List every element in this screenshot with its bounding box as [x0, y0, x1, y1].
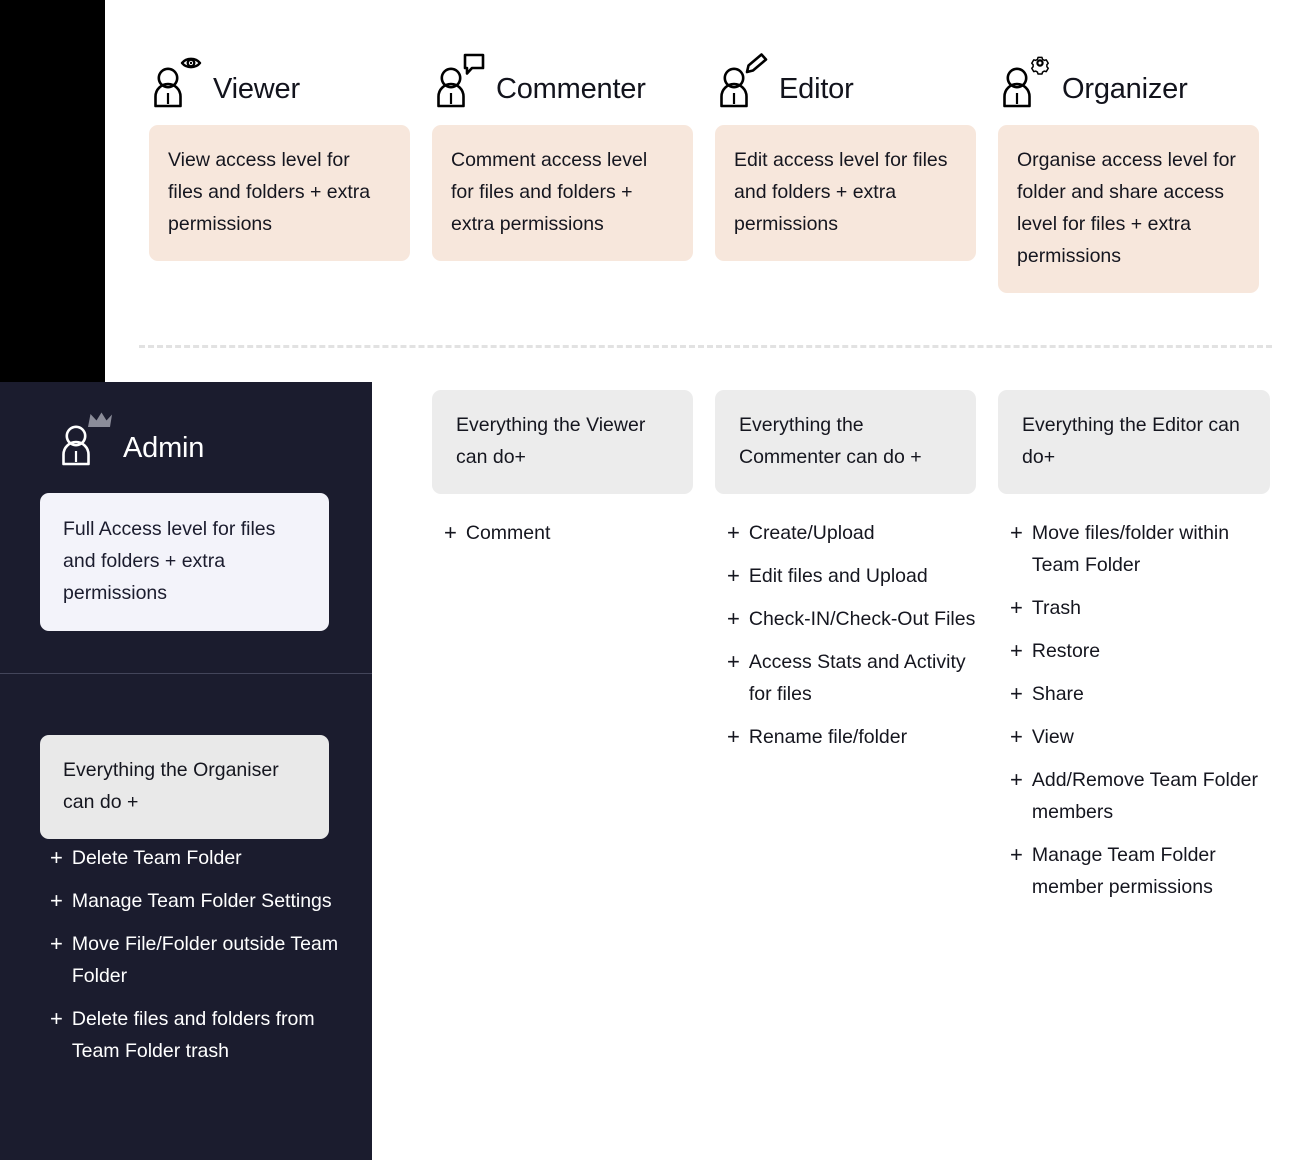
permission-label: Create/Upload: [748, 522, 875, 544]
admin-permission-list: + Delete Team Folder + Manage Team Folder S…: [50, 842, 350, 1078]
permissions-column-editor: Everything the Commenter can do + + Creat…: [715, 390, 976, 764]
permission-label: Comment: [465, 522, 551, 544]
admin-header: Admin: [57, 410, 204, 466]
permission-label: Move File/Folder outside Team Folder: [71, 933, 339, 987]
plus-icon: +: [50, 888, 63, 913]
permission-item: + Rename file/folder: [727, 721, 976, 753]
permission-label: Check-IN/Check-Out Files: [748, 608, 976, 630]
permission-item: + Move files/folder within Team Folder: [1010, 517, 1270, 581]
admin-title: Admin: [123, 432, 205, 464]
inherits-label: Everything the Viewer can do+: [432, 390, 693, 494]
permission-label: Add/Remove Team Folder members: [1031, 769, 1259, 823]
permission-item: + Create/Upload: [727, 517, 976, 549]
permission-item: + Comment: [444, 517, 693, 549]
permission-list: + Move files/folder within Team Folder + Tr…: [998, 517, 1270, 903]
permission-list: + Create/Upload + Edit files and Upload + Che…: [715, 517, 976, 753]
role-header-editor: Editor: [715, 52, 976, 108]
permission-label: Restore: [1031, 640, 1101, 662]
plus-icon: +: [727, 606, 740, 631]
inherits-label: Everything the Commenter can do +: [715, 390, 976, 494]
permission-label: Move files/folder within Team Folder: [1031, 522, 1230, 576]
plus-icon: +: [444, 520, 457, 545]
permission-item: + Restore: [1010, 635, 1270, 667]
section-divider: [139, 345, 1272, 348]
role-header-viewer: Viewer: [149, 52, 410, 108]
permissions-column-commenter: Everything the Viewer can do+ + Comment: [432, 390, 693, 560]
role-header-organizer: Organizer: [998, 52, 1259, 108]
permission-item: + Manage Team Folder member permissions: [1010, 839, 1270, 903]
plus-icon: +: [50, 845, 63, 870]
permission-list: + Comment: [432, 517, 693, 549]
permission-item: + Add/Remove Team Folder members: [1010, 764, 1270, 828]
plus-icon: +: [50, 1006, 63, 1031]
permission-label: Delete files and folders from Team Folde…: [71, 1008, 315, 1062]
permission-item: + Check-IN/Check-Out Files: [727, 603, 976, 635]
plus-icon: +: [727, 520, 740, 545]
permission-item: + Share: [1010, 678, 1270, 710]
permission-item: + Move File/Folder outside Team Folder: [50, 928, 350, 992]
permissions-column-organizer: Everything the Editor can do+ + Move file…: [998, 390, 1270, 914]
inherits-label: Everything the Editor can do+: [998, 390, 1270, 494]
admin-inherits-label: Everything the Organiser can do +: [40, 735, 329, 839]
permission-item: + Access Stats and Activity for files: [727, 646, 976, 710]
plus-icon: +: [1010, 595, 1023, 620]
role-description: Comment access level for files and folde…: [432, 125, 693, 261]
role-description: View access level for files and folders …: [149, 125, 410, 261]
plus-icon: +: [1010, 638, 1023, 663]
person-comment-icon: [432, 52, 488, 108]
permission-item: + Delete Team Folder: [50, 842, 350, 874]
role-column-viewer: Viewer View access level for files and f…: [149, 52, 410, 261]
person-crown-icon: [57, 410, 113, 466]
role-column-editor: Editor Edit access level for files and f…: [715, 52, 976, 261]
permission-label: Trash: [1031, 597, 1081, 619]
admin-panel-divider: [0, 673, 372, 674]
plus-icon: +: [50, 931, 63, 956]
role-title: Organizer: [1062, 73, 1188, 105]
role-title: Commenter: [496, 73, 646, 105]
plus-icon: +: [1010, 767, 1023, 792]
permission-label: Edit files and Upload: [748, 565, 928, 587]
role-column-organizer: Organizer Organise access level for fold…: [998, 52, 1259, 293]
admin-description: Full Access level for files and folders …: [40, 493, 329, 631]
permission-label: Delete Team Folder: [71, 847, 242, 869]
plus-icon: +: [727, 649, 740, 674]
role-title: Viewer: [213, 73, 300, 105]
permission-label: View: [1031, 726, 1074, 748]
admin-panel: Admin Full Access level for files and fo…: [0, 382, 372, 1160]
plus-icon: +: [727, 724, 740, 749]
plus-icon: +: [1010, 681, 1023, 706]
permission-item: + Trash: [1010, 592, 1270, 624]
person-eye-icon: [149, 52, 205, 108]
permission-label: Manage Team Folder Settings: [71, 890, 332, 912]
permission-label: Share: [1031, 683, 1084, 705]
permission-item: + Manage Team Folder Settings: [50, 885, 350, 917]
plus-icon: +: [727, 563, 740, 588]
permission-item: + Edit files and Upload: [727, 560, 976, 592]
plus-icon: +: [1010, 842, 1023, 867]
role-column-commenter: Commenter Comment access level for files…: [432, 52, 693, 261]
permission-item: + Delete files and folders from Team Fold…: [50, 1003, 350, 1067]
plus-icon: +: [1010, 520, 1023, 545]
permission-label: Manage Team Folder member permissions: [1031, 844, 1216, 898]
permission-item: + View: [1010, 721, 1270, 753]
role-header-commenter: Commenter: [432, 52, 693, 108]
person-gear-icon: [998, 52, 1054, 108]
person-pencil-icon: [715, 52, 771, 108]
role-description: Edit access level for files and folders …: [715, 125, 976, 261]
permission-label: Access Stats and Activity for files: [748, 651, 966, 705]
black-accent-block: [0, 0, 105, 382]
permission-label: Rename file/folder: [748, 726, 908, 748]
role-description: Organise access level for folder and sha…: [998, 125, 1259, 293]
plus-icon: +: [1010, 724, 1023, 749]
role-title: Editor: [779, 73, 854, 105]
